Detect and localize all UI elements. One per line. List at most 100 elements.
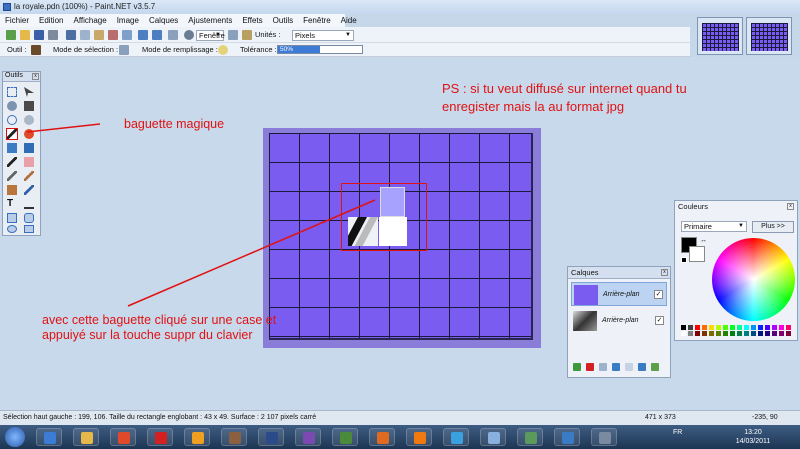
chrome-icon (118, 432, 130, 444)
taskbar-app-button[interactable] (147, 428, 173, 446)
color-wheel[interactable] (712, 238, 795, 321)
taskbar-app-button[interactable] (73, 428, 99, 446)
close-icon[interactable]: x (661, 269, 668, 276)
taskbar-app-button[interactable] (184, 428, 210, 446)
vlc-icon (414, 432, 426, 444)
colors-window: Couleurs x Primaire ▼ Plus >> ↔ (674, 200, 798, 341)
layer-visibility-checkbox[interactable]: ✓ (655, 316, 664, 325)
palette-swatch[interactable] (688, 325, 693, 330)
cursor-position: -235, 90 (752, 414, 778, 421)
taskbar-app-button[interactable] (480, 428, 506, 446)
filezilla-icon (155, 432, 167, 444)
annotation-ps-note: PS : si tu veut diffusé sur internet qua… (442, 81, 687, 114)
ie-icon (44, 432, 56, 444)
windows-taskbar: FR 13:20 14/03/2011 (0, 425, 800, 449)
arrow-to-selected-cell (127, 199, 376, 307)
annotation-magic-wand: baguette magique (124, 117, 225, 131)
palette-swatch[interactable] (758, 325, 763, 330)
layer-properties-icon[interactable] (651, 363, 659, 371)
chevron-down-icon: ▼ (738, 223, 744, 229)
add-layer-icon[interactable] (573, 363, 581, 371)
system-clock[interactable]: 13:20 14/03/2011 (733, 428, 773, 446)
palette-swatch[interactable] (751, 331, 756, 336)
taskbar-app-button[interactable] (110, 428, 136, 446)
image-size: 471 x 373 (645, 414, 676, 421)
messenger-icon (562, 432, 574, 444)
layers-window: Calques x Arrière-plan ✓ Arrière-plan ✓ (567, 266, 671, 378)
colors-window-header[interactable]: Couleurs x (675, 201, 797, 213)
palette-swatch[interactable] (688, 331, 693, 336)
delete-layer-icon[interactable] (586, 363, 594, 371)
layer-thumbnail (574, 285, 598, 305)
selection-info: Sélection haut gauche : 199, 106. Taille… (3, 414, 317, 421)
palette-swatch[interactable] (751, 325, 756, 330)
itunes-icon (488, 432, 500, 444)
swap-colors-icon[interactable]: ↔ (700, 237, 707, 244)
color-mode-select[interactable]: Primaire ▼ (681, 221, 747, 232)
media-icon (599, 432, 611, 444)
taskbar-app-button[interactable] (295, 428, 321, 446)
layers-window-header[interactable]: Calques x (568, 267, 670, 279)
layer-visibility-checkbox[interactable]: ✓ (654, 290, 663, 299)
reset-colors-icon[interactable] (681, 257, 687, 263)
palette-swatch[interactable] (702, 331, 707, 336)
palette-swatch[interactable] (730, 331, 735, 336)
layers-window-title: Calques (571, 268, 599, 277)
clock-time: 13:20 (744, 429, 762, 436)
palette-swatch[interactable] (772, 325, 777, 330)
palette-swatch[interactable] (681, 331, 686, 336)
palette-swatch[interactable] (758, 331, 763, 336)
secondary-color-swatch[interactable] (689, 246, 705, 262)
palette-swatch[interactable] (709, 331, 714, 336)
layer-row[interactable]: Arrière-plan ✓ (571, 282, 667, 306)
more-colors-button[interactable]: Plus >> (752, 221, 794, 233)
palette-swatch[interactable] (723, 331, 728, 336)
taskbar-app-button[interactable] (369, 428, 395, 446)
language-indicator[interactable]: FR (673, 428, 682, 437)
layer-row[interactable]: Arrière-plan ✓ (571, 309, 667, 333)
status-bar: Sélection haut gauche : 199, 106. Taille… (0, 410, 800, 425)
palette-swatch[interactable] (786, 331, 791, 336)
close-icon[interactable]: x (787, 203, 794, 210)
palette-swatch[interactable] (744, 331, 749, 336)
palette-swatch[interactable] (716, 325, 721, 330)
color-palette[interactable] (681, 325, 797, 337)
taskbar-app-button[interactable] (221, 428, 247, 446)
palette-swatch[interactable] (716, 331, 721, 336)
taskbar-app-button[interactable] (332, 428, 358, 446)
palette-swatch[interactable] (779, 325, 784, 330)
firefox-icon (377, 432, 389, 444)
taskbar-app-button[interactable] (554, 428, 580, 446)
palette-swatch[interactable] (786, 325, 791, 330)
merge-layer-icon[interactable] (612, 363, 620, 371)
start-button-icon[interactable] (5, 427, 25, 447)
palette-swatch[interactable] (695, 325, 700, 330)
palette-swatch[interactable] (702, 325, 707, 330)
layer-thumbnail (573, 311, 597, 331)
palette-swatch[interactable] (765, 325, 770, 330)
palette-swatch[interactable] (723, 325, 728, 330)
palette-swatch[interactable] (730, 325, 735, 330)
taskbar-app-button[interactable] (591, 428, 617, 446)
taskbar-app-button[interactable] (258, 428, 284, 446)
palette-swatch[interactable] (772, 331, 777, 336)
fs-icon (303, 432, 315, 444)
palette-swatch[interactable] (709, 325, 714, 330)
gimp-icon (229, 432, 241, 444)
taskbar-app-button[interactable] (443, 428, 469, 446)
palette-swatch[interactable] (695, 331, 700, 336)
palette-swatch[interactable] (681, 325, 686, 330)
layer-down-icon[interactable] (638, 363, 646, 371)
layer-up-icon[interactable] (625, 363, 633, 371)
duplicate-layer-icon[interactable] (599, 363, 607, 371)
taskbar-app-button[interactable] (517, 428, 543, 446)
taskbar-app-button[interactable] (36, 428, 62, 446)
palette-swatch[interactable] (737, 325, 742, 330)
palette-swatch[interactable] (765, 331, 770, 336)
palette-swatch[interactable] (744, 325, 749, 330)
palette-swatch[interactable] (737, 331, 742, 336)
palette-swatch[interactable] (779, 331, 784, 336)
taskbar-app-button[interactable] (406, 428, 432, 446)
annotation-instruction: avec cette baguette cliqué sur une case … (42, 313, 277, 342)
color-mode-value: Primaire (684, 222, 712, 231)
